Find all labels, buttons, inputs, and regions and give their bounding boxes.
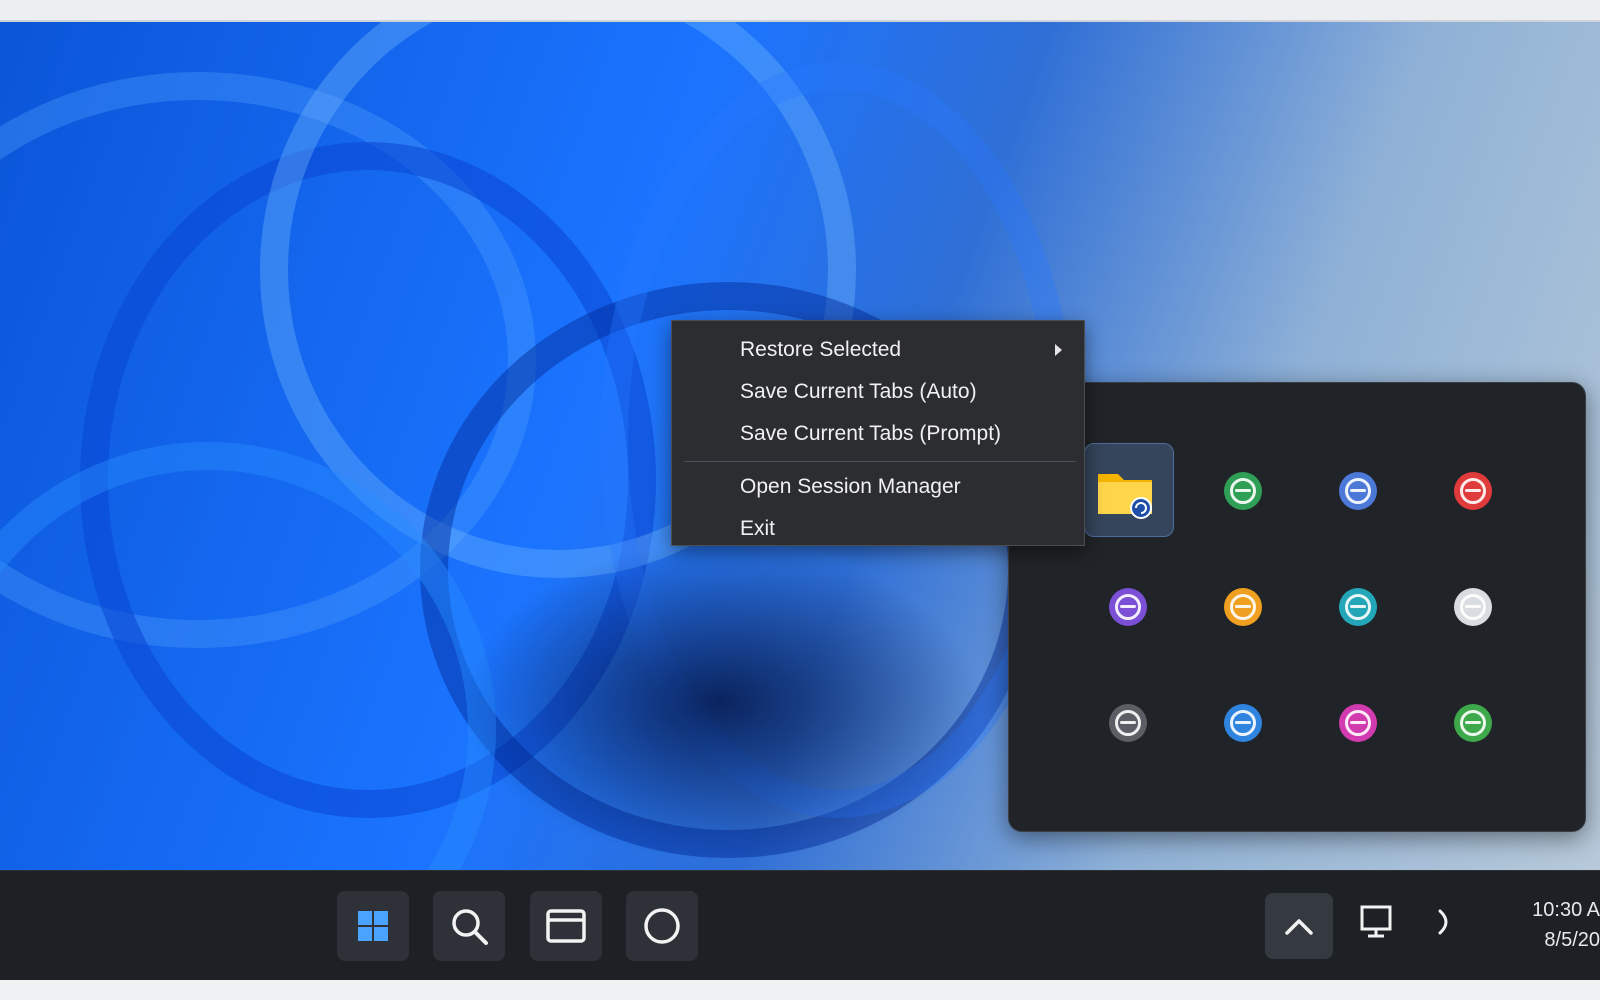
app-glyph — [1230, 594, 1256, 620]
tray-context-menu: Restore Selected Save Current Tabs (Auto… — [671, 320, 1085, 546]
magenta-app-icon[interactable] — [1339, 704, 1377, 742]
app-glyph — [1345, 594, 1371, 620]
app-glyph — [1460, 478, 1486, 504]
lime-green-app-icon[interactable] — [1454, 704, 1492, 742]
app-glyph — [1345, 710, 1371, 736]
taskbar: 10:30 A 8/5/20 — [0, 870, 1600, 981]
app-glyph — [1460, 594, 1486, 620]
task-view-icon — [546, 909, 586, 943]
task-view-button[interactable] — [530, 891, 602, 961]
window-top-strip — [0, 0, 1600, 22]
blue-app-icon[interactable] — [1339, 472, 1377, 510]
session-folder-icon — [1098, 474, 1152, 519]
gray-app-icon[interactable] — [1109, 704, 1147, 742]
volume-icon[interactable] — [1436, 905, 1456, 939]
white-app-icon[interactable] — [1454, 588, 1492, 626]
cortana-button[interactable] — [626, 891, 698, 961]
show-hidden-icons-button[interactable] — [1265, 893, 1333, 959]
app-glyph — [1230, 710, 1256, 736]
menu-item-label: Save Current Tabs (Auto) — [740, 380, 977, 403]
window-bottom-strip — [0, 980, 1600, 1000]
menu-item-exit[interactable]: Exit — [672, 508, 1084, 550]
azure-app-icon[interactable] — [1224, 704, 1262, 742]
app-glyph — [1460, 710, 1486, 736]
menu-item-label: Open Session Manager — [740, 475, 961, 498]
app-glyph — [1115, 710, 1141, 736]
start-button[interactable] — [337, 891, 409, 961]
menu-item-save-tabs-prompt[interactable]: Save Current Tabs (Prompt) — [672, 413, 1084, 455]
clock-date: 8/5/20 — [1544, 929, 1600, 951]
menu-item-restore-selected[interactable]: Restore Selected — [672, 329, 1084, 371]
start-icon — [358, 911, 388, 941]
menu-item-save-tabs-auto[interactable]: Save Current Tabs (Auto) — [672, 371, 1084, 413]
display-icon[interactable] — [1360, 905, 1392, 939]
menu-item-label: Save Current Tabs (Prompt) — [740, 422, 1002, 445]
session-folder-tile[interactable] — [1084, 443, 1174, 537]
clock-time: 10:30 A — [1532, 899, 1600, 921]
menu-item-label: Exit — [740, 517, 776, 540]
purple-app-icon[interactable] — [1109, 588, 1147, 626]
cortana-icon — [644, 908, 680, 944]
app-glyph — [1345, 478, 1371, 504]
taskbar-clock[interactable]: 10:30 A 8/5/20 — [1532, 895, 1600, 955]
submenu-arrow-icon — [1055, 344, 1062, 356]
chevron-up-icon — [1285, 919, 1313, 935]
menu-item-label: Restore Selected — [740, 338, 902, 361]
app-glyph — [1230, 478, 1256, 504]
teal-app-icon[interactable] — [1339, 588, 1377, 626]
menu-separator — [684, 461, 1076, 462]
search-icon — [452, 909, 488, 945]
search-button[interactable] — [433, 891, 505, 961]
menu-item-open-session-manager[interactable]: Open Session Manager — [672, 466, 1084, 508]
red-app-icon[interactable] — [1454, 472, 1492, 510]
app-glyph — [1115, 594, 1141, 620]
wallpaper-shadow — [460, 542, 980, 862]
green-app-icon[interactable] — [1224, 472, 1262, 510]
orange-app-icon[interactable] — [1224, 588, 1262, 626]
